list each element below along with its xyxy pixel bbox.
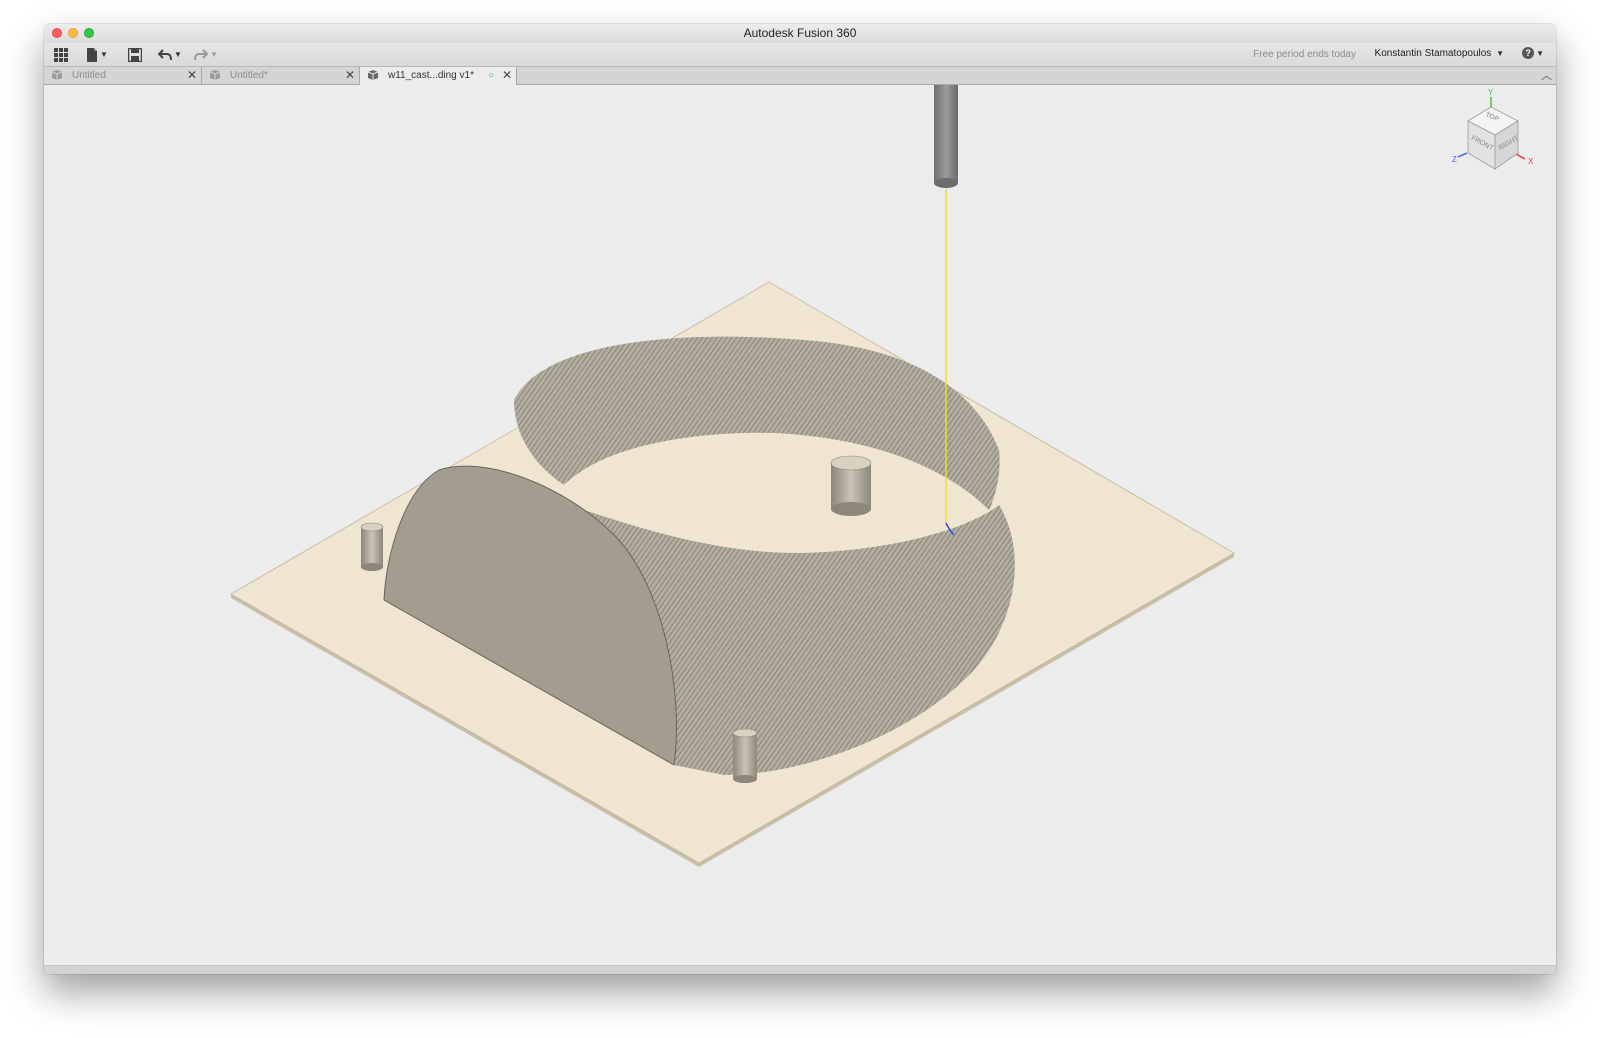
document-tab-bar: Untitled ✕ Untitled* ✕ w11_cast...ding v… <box>44 67 1556 85</box>
app-grid-button[interactable] <box>54 46 68 63</box>
collapse-chevron-icon[interactable]: ︿ <box>1541 67 1552 83</box>
tab-label: w11_cast...ding v1* <box>388 70 474 81</box>
minimize-window-button[interactable] <box>68 28 78 38</box>
axis-x-label: X <box>1528 157 1534 166</box>
3d-viewport[interactable]: TOP FRONT RIGHT Y X Z <box>44 85 1556 942</box>
title-bar: Autodesk Fusion 360 <box>44 24 1556 43</box>
document-icon <box>51 70 63 80</box>
maximize-window-button[interactable] <box>84 28 94 38</box>
tab-label: Untitled* <box>230 70 268 81</box>
scene-canvas <box>230 85 1235 867</box>
save-icon <box>128 47 142 62</box>
help-menu[interactable]: ? ▼ <box>1522 47 1544 59</box>
close-window-button[interactable] <box>52 28 62 38</box>
close-tab-icon[interactable]: ✕ <box>502 67 512 84</box>
user-menu[interactable]: Konstantin Stamatopoulos ▼ <box>1375 48 1504 59</box>
chevron-down-icon: ▼ <box>210 50 218 59</box>
chevron-down-icon: ▼ <box>174 50 182 59</box>
locating-pin-front <box>732 728 758 783</box>
help-icon: ? <box>1522 47 1535 59</box>
document-icon <box>367 70 379 80</box>
locating-pin-left <box>360 522 384 571</box>
locating-pin-center <box>830 455 872 516</box>
axis-y-label: Y <box>1488 88 1494 97</box>
tab-untitled[interactable]: Untitled ✕ <box>44 67 202 84</box>
user-name: Konstantin Stamatopoulos <box>1374 48 1492 59</box>
chevron-down-icon: ▼ <box>1496 49 1504 58</box>
free-period-notice: Free period ends today <box>1253 49 1356 60</box>
close-tab-icon[interactable]: ✕ <box>345 67 355 84</box>
file-menu-button[interactable]: ▼ <box>86 46 108 63</box>
chevron-down-icon: ▼ <box>100 50 108 59</box>
tab-untitled-modified[interactable]: Untitled* ✕ <box>202 67 360 84</box>
save-button[interactable] <box>128 46 142 63</box>
undo-icon <box>158 48 172 60</box>
cutting-tool <box>934 85 958 188</box>
view-cube[interactable]: TOP FRONT RIGHT Y X Z <box>1452 88 1538 177</box>
close-tab-icon[interactable]: ✕ <box>187 67 197 84</box>
document-icon <box>209 70 221 80</box>
app-window: Autodesk Fusion 360 ▼ ▼ ▼ Free period en… <box>44 24 1556 974</box>
toolbar: ▼ ▼ ▼ Free period ends today Konstantin … <box>44 43 1556 67</box>
window-title: Autodesk Fusion 360 <box>743 26 857 40</box>
tab-label: Untitled <box>72 70 106 81</box>
chevron-down-icon: ▼ <box>1536 48 1544 58</box>
sync-status-icon: ○ <box>488 70 495 81</box>
redo-button[interactable]: ▼ <box>194 46 218 63</box>
redo-icon <box>194 48 208 60</box>
app-grid-icon <box>54 47 68 62</box>
status-bar <box>44 965 1556 974</box>
file-icon <box>87 47 97 62</box>
axis-z-label: Z <box>1452 155 1457 164</box>
tab-w11-casting[interactable]: w11_cast...ding v1* ○ ✕ <box>360 67 517 85</box>
undo-button[interactable]: ▼ <box>158 46 182 63</box>
